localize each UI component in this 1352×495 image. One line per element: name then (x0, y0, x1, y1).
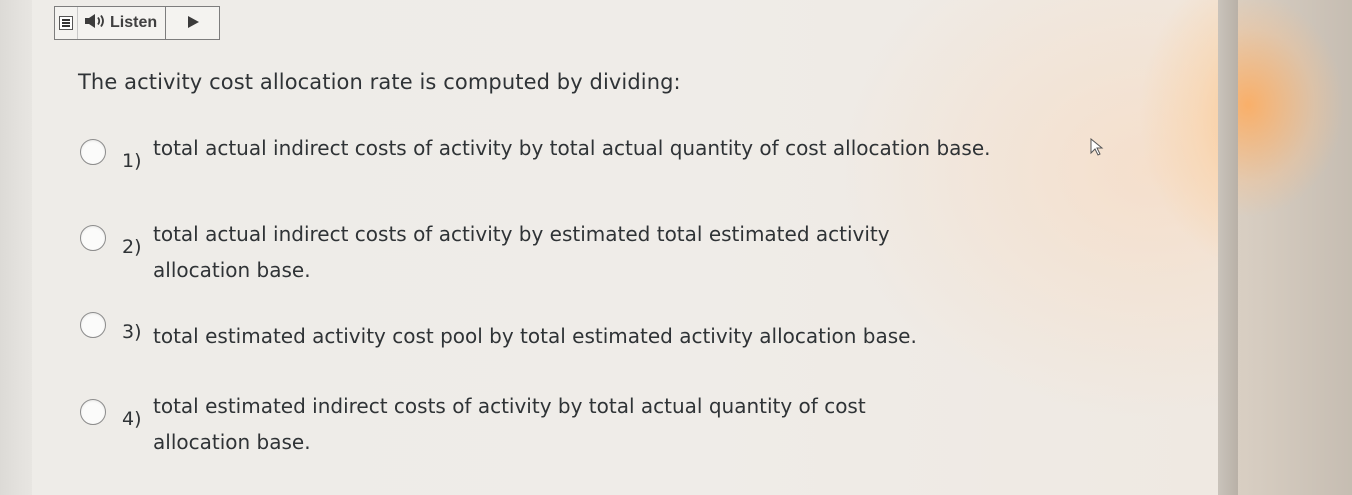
option-number: 2) (122, 236, 142, 258)
mouse-cursor-icon (1090, 137, 1104, 160)
menu-button[interactable] (55, 7, 78, 39)
option-text: total actual indirect costs of activity … (153, 222, 890, 282)
option-number: 4) (122, 408, 142, 430)
play-button[interactable] (166, 7, 219, 39)
menu-icon (59, 16, 73, 30)
radio-button[interactable] (80, 312, 106, 338)
scrollbar-strip (1218, 0, 1238, 495)
listen-button[interactable]: Listen (78, 7, 167, 39)
radio-button[interactable] (80, 225, 106, 251)
radio-button[interactable] (80, 399, 106, 425)
option-text: total estimated indirect costs of activi… (153, 394, 866, 454)
listen-label: Listen (110, 14, 158, 31)
option-text: total estimated activity cost pool by to… (153, 324, 917, 348)
background-area (1238, 0, 1352, 495)
listen-toolbar: Listen (54, 6, 220, 40)
option-number: 1) (122, 150, 142, 172)
play-icon (186, 14, 200, 33)
question-text: The activity cost allocation rate is com… (78, 70, 681, 94)
speaker-icon (84, 13, 106, 33)
radio-button[interactable] (80, 139, 106, 165)
option-number: 3) (122, 321, 142, 343)
option-text: total actual indirect costs of activity … (153, 136, 991, 160)
